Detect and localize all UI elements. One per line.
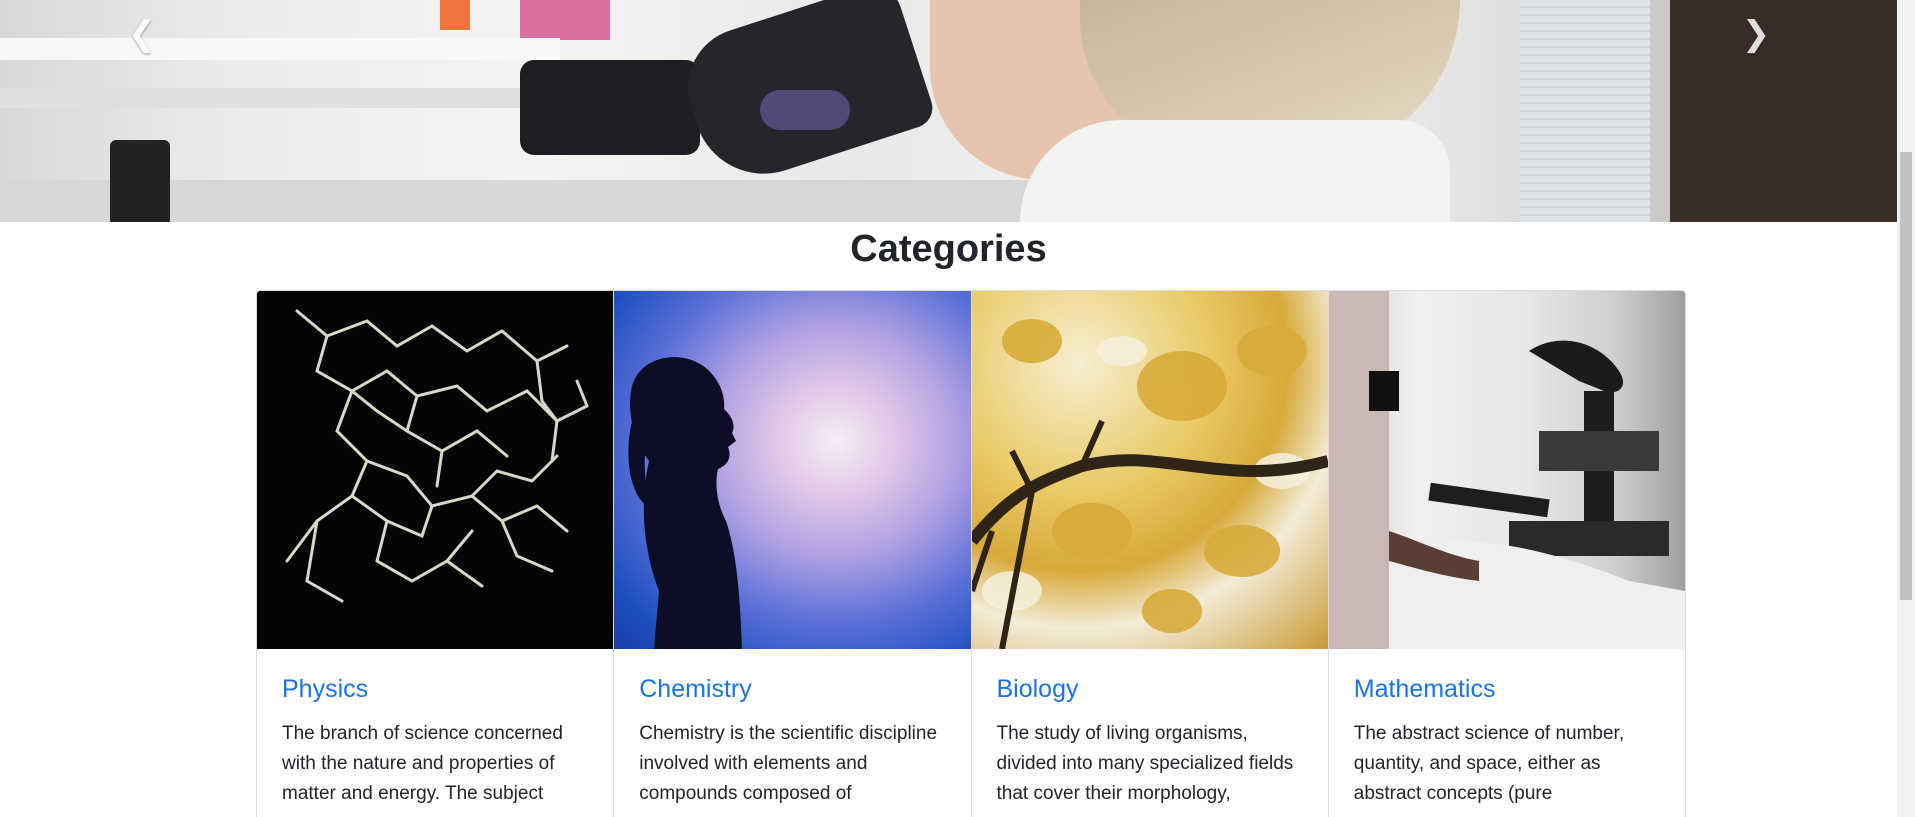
silhouette-illustration	[628, 357, 743, 649]
leaves-illustration	[971, 319, 1328, 649]
carousel-image-detail	[520, 0, 610, 40]
carousel-image-detail	[0, 38, 560, 60]
page: ❮ ❯ Categories Physics The branch of sci…	[0, 0, 1897, 817]
chevron-left-icon: ❮	[127, 14, 157, 54]
card-body: Physics The branch of science concerned …	[257, 649, 613, 809]
card-title-link[interactable]: Mathematics	[1354, 673, 1660, 705]
vertical-scrollbar[interactable]	[1897, 0, 1915, 817]
card-title-link[interactable]: Chemistry	[639, 673, 945, 705]
card-title-link[interactable]: Physics	[282, 673, 588, 705]
carousel-next-button[interactable]: ❯	[1726, 14, 1786, 54]
carousel-prev-button[interactable]: ❮	[112, 14, 172, 54]
section-title: Categories	[850, 228, 1047, 270]
microscope-illustration	[1328, 291, 1685, 649]
carousel-image-detail	[1520, 0, 1650, 222]
card-title-link[interactable]: Biology	[997, 673, 1303, 705]
card-body: Chemistry Chemistry is the scientific di…	[614, 649, 970, 809]
card-body: Biology The study of living organisms, d…	[972, 649, 1328, 809]
scrollbar-thumb[interactable]	[1900, 152, 1912, 600]
chevron-right-icon: ❯	[1741, 14, 1771, 54]
chemistry-image[interactable]	[614, 291, 971, 649]
carousel-image-person	[1020, 120, 1450, 222]
card-description: The abstract science of number, quantity…	[1353, 723, 1625, 804]
molecule-illustration	[285, 309, 589, 603]
physics-image[interactable]	[257, 291, 614, 649]
biology-image[interactable]	[971, 291, 1328, 649]
card-description: The study of living organisms, divided i…	[996, 723, 1294, 804]
card-body: Mathematics The abstract science of numb…	[1329, 649, 1685, 809]
carousel-image-detail	[440, 0, 470, 30]
carousel-image-microscope	[520, 60, 700, 155]
mathematics-image[interactable]	[1328, 291, 1685, 649]
category-card-mathematics: Mathematics The abstract science of numb…	[1328, 291, 1685, 817]
carousel-image-microscope	[760, 90, 850, 130]
category-card-biology: Biology The study of living organisms, d…	[971, 291, 1329, 817]
category-card-deck: Physics The branch of science concerned …	[256, 290, 1686, 817]
card-description: Chemistry is the scientific discipline i…	[639, 723, 938, 804]
category-card-chemistry: Chemistry Chemistry is the scientific di…	[614, 291, 972, 817]
carousel-image-detail	[110, 140, 170, 222]
hero-carousel: ❮ ❯	[0, 0, 1897, 222]
card-description: The branch of science concerned with the…	[282, 723, 563, 804]
category-card-physics: Physics The branch of science concerned …	[257, 291, 615, 817]
